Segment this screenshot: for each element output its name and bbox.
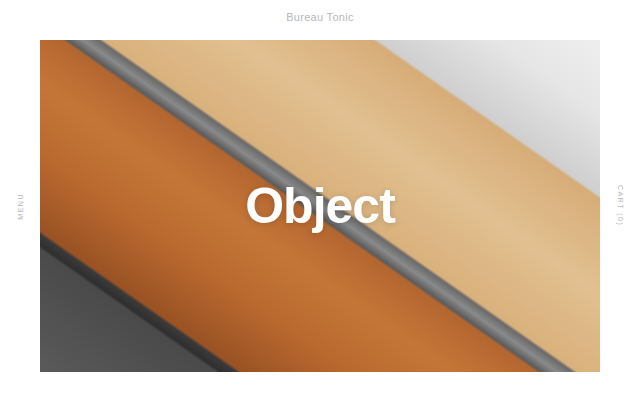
hero-image[interactable]: Object <box>40 40 600 372</box>
header: Bureau Tonic <box>0 0 640 40</box>
brand-link[interactable]: Bureau Tonic <box>286 11 354 23</box>
cart-link[interactable]: CART (0) <box>617 185 624 226</box>
menu-link[interactable]: MENU <box>17 193 24 220</box>
right-rail: CART (0) <box>600 40 640 372</box>
page: Bureau Tonic MENU Object CART (0) <box>0 0 640 412</box>
left-rail: MENU <box>0 40 40 372</box>
hero-title: Object <box>245 177 395 235</box>
